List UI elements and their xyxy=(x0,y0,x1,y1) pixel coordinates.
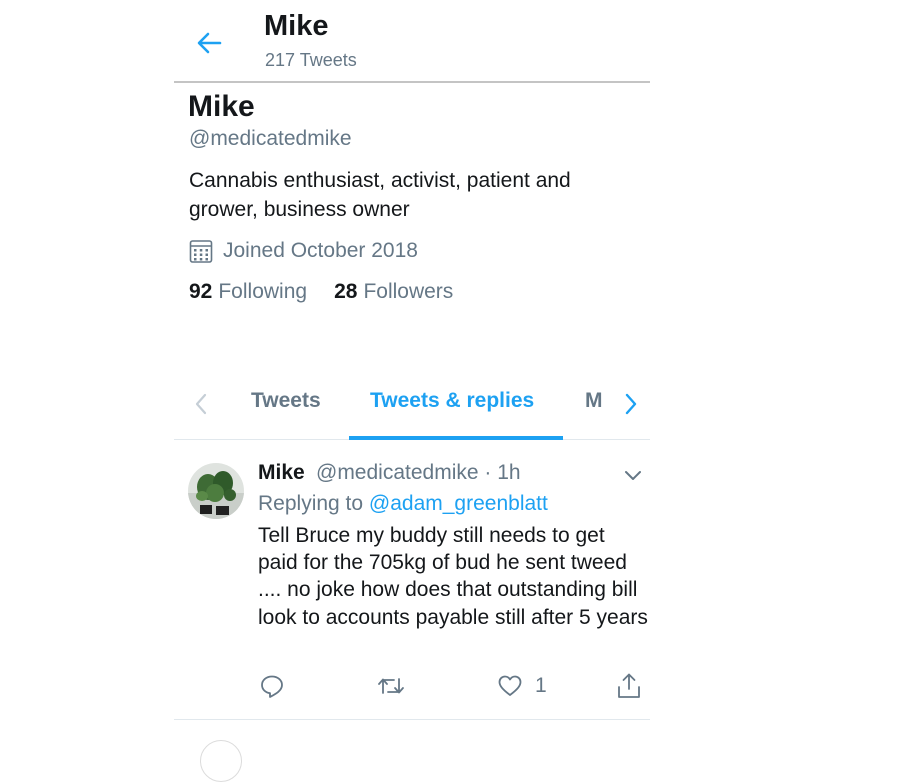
followers-label: Followers xyxy=(363,280,454,303)
header-tweet-count: 217 Tweets xyxy=(265,50,357,70)
follow-stats: 92 Following 28 Followers xyxy=(189,280,453,304)
reply-icon xyxy=(261,675,283,698)
following-label: Following xyxy=(218,280,308,303)
avatar[interactable] xyxy=(188,463,244,519)
share-icon xyxy=(618,673,640,698)
next-tweet-avatar[interactable] xyxy=(200,740,242,782)
tab-media[interactable]: M xyxy=(585,389,603,413)
like-count: 1 xyxy=(535,674,547,697)
arrow-left-icon xyxy=(197,32,222,54)
share-button[interactable] xyxy=(616,672,642,700)
back-button[interactable] xyxy=(190,25,230,61)
replying-to: Replying to @adam_greenblatt xyxy=(258,492,548,516)
like-button[interactable]: 1 xyxy=(497,672,547,700)
reply-button[interactable] xyxy=(259,672,285,700)
chevron-down-icon xyxy=(625,471,641,480)
following-count: 92 xyxy=(189,280,213,303)
tab-scroll-left-button[interactable] xyxy=(190,390,214,418)
followers-link[interactable]: 28 Followers xyxy=(334,280,453,304)
profile-name: Mike xyxy=(188,90,255,123)
joined-date-row: Joined October 2018 xyxy=(189,238,418,264)
following-link[interactable]: 92 Following xyxy=(189,280,307,304)
calendar-icon xyxy=(189,240,213,263)
joined-date: Joined October 2018 xyxy=(223,239,418,262)
tweet-divider xyxy=(174,719,650,720)
avatar-plant-image xyxy=(188,463,244,519)
tab-tweets-and-replies[interactable]: Tweets & replies xyxy=(370,389,534,413)
tab-scroll-right-button[interactable] xyxy=(618,390,642,418)
top-header xyxy=(174,0,650,83)
like-icon xyxy=(498,675,522,696)
active-tab-indicator xyxy=(349,436,563,440)
replying-to-link[interactable]: @adam_greenblatt xyxy=(369,492,548,515)
profile-bio: Cannabis enthusiast, activist, patient a… xyxy=(189,169,571,221)
replying-to-prefix: Replying to xyxy=(258,492,364,515)
profile-handle: @medicatedmike xyxy=(189,127,352,150)
retweet-button[interactable] xyxy=(376,672,406,700)
tweet-menu-button[interactable] xyxy=(622,464,644,486)
chevron-left-icon xyxy=(195,393,207,415)
tweet-author-name[interactable]: Mike xyxy=(258,461,305,485)
chevron-right-icon xyxy=(625,393,637,415)
tab-tweets[interactable]: Tweets xyxy=(251,389,321,413)
followers-count: 28 xyxy=(334,280,358,303)
tweet-handle-time: @medicatedmike · 1h xyxy=(316,461,521,484)
retweet-icon xyxy=(378,678,404,694)
tweet-text: Tell Bruce my buddy still needs to get p… xyxy=(258,524,648,629)
header-title: Mike xyxy=(264,10,329,42)
